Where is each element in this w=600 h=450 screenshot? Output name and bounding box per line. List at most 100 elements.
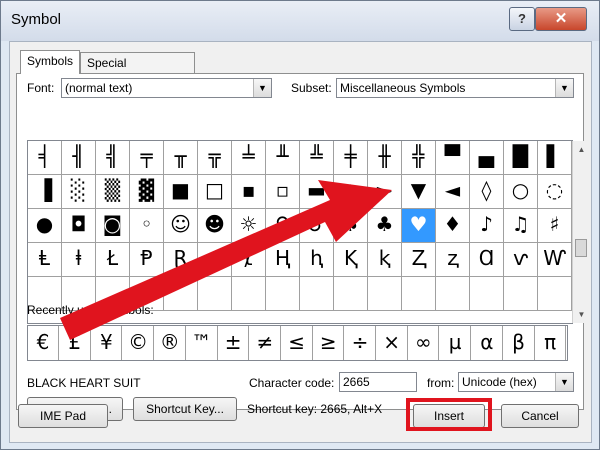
symbol-cell[interactable]	[164, 277, 198, 311]
recent-symbol-cell[interactable]: α	[472, 326, 503, 360]
recent-symbol-cell[interactable]: π	[535, 326, 567, 360]
symbol-cell[interactable]	[538, 277, 572, 311]
symbol-cell[interactable]: Ł	[96, 243, 130, 277]
ime-pad-button[interactable]: IME Pad	[18, 404, 108, 428]
symbol-cell[interactable]: ╤	[130, 141, 164, 175]
recent-symbol-cell[interactable]: ×	[377, 326, 408, 360]
symbol-cell[interactable]: ╫	[368, 141, 402, 175]
symbol-cell[interactable]	[470, 277, 504, 311]
symbol-cell[interactable]	[504, 277, 538, 311]
recent-symbol-cell[interactable]: €	[28, 326, 59, 360]
tab-symbols[interactable]: Symbols	[20, 50, 80, 74]
symbol-cell[interactable]: ☻	[198, 209, 232, 243]
symbol-cell[interactable]: ⱦ	[232, 243, 266, 277]
symbol-cell[interactable]: ♣	[368, 209, 402, 243]
symbol-cell[interactable]: ☼	[232, 209, 266, 243]
symbol-cell[interactable]: ♫	[504, 209, 538, 243]
symbol-cell[interactable]: ♥	[402, 209, 436, 243]
symbol-cell[interactable]: ♪	[470, 209, 504, 243]
symbol-cell[interactable]: ▒	[96, 175, 130, 209]
symbol-cell[interactable]	[334, 277, 368, 311]
recent-symbol-cell[interactable]: ±	[218, 326, 250, 360]
symbol-cell[interactable]: ♯	[538, 209, 572, 243]
symbol-cell[interactable]	[232, 277, 266, 311]
symbol-cell[interactable]: ◌	[538, 175, 572, 209]
symbol-cell[interactable]: ▲	[334, 175, 368, 209]
symbol-cell[interactable]: ►	[368, 175, 402, 209]
symbol-cell[interactable]	[436, 277, 470, 311]
symbol-cell[interactable]: ▌	[538, 141, 572, 175]
symbol-cell[interactable]: ⱱ	[504, 243, 538, 277]
symbol-cell[interactable]: ♦	[436, 209, 470, 243]
symbol-cell[interactable]: Ⱨ	[266, 243, 300, 277]
symbol-grid-scrollbar[interactable]: ▲ ▼	[572, 141, 590, 323]
symbol-cell[interactable]: ╥	[164, 141, 198, 175]
symbol-cell[interactable]: ⱨ	[300, 243, 334, 277]
symbol-cell[interactable]: ○	[504, 175, 538, 209]
symbol-cell[interactable]: Ᵽ	[130, 243, 164, 277]
symbol-cell[interactable]	[402, 277, 436, 311]
symbol-cell[interactable]: ◊	[470, 175, 504, 209]
recent-symbol-cell[interactable]: β	[504, 326, 535, 360]
symbol-cell[interactable]	[300, 277, 334, 311]
help-button[interactable]: ?	[509, 7, 535, 31]
symbol-cell[interactable]: ╢	[62, 141, 96, 175]
symbol-cell[interactable]: Ɽ	[164, 243, 198, 277]
symbol-cell[interactable]	[266, 277, 300, 311]
tab-special-characters[interactable]: Special Characters	[80, 52, 195, 90]
symbol-cell[interactable]: Ⱳ	[538, 243, 572, 277]
symbol-cell[interactable]: Ⱡ	[28, 243, 62, 277]
symbol-cell[interactable]: ╨	[266, 141, 300, 175]
from-select[interactable]: Unicode (hex) ▼	[458, 372, 574, 392]
symbol-cell[interactable]: Ⱬ	[402, 243, 436, 277]
symbol-cell[interactable]: ⱥ	[198, 243, 232, 277]
scroll-thumb[interactable]	[575, 239, 587, 257]
scroll-up-icon[interactable]: ▲	[573, 141, 590, 158]
symbol-cell[interactable]: ⱬ	[436, 243, 470, 277]
recent-symbol-cell[interactable]: ≠	[250, 326, 281, 360]
symbol-cell[interactable]: ▫	[266, 175, 300, 209]
symbol-cell[interactable]: ♀	[266, 209, 300, 243]
symbol-cell[interactable]: ╬	[402, 141, 436, 175]
symbol-cell[interactable]: ☺	[164, 209, 198, 243]
symbol-cell[interactable]: ▓	[130, 175, 164, 209]
symbol-cell[interactable]: █	[504, 141, 538, 175]
symbol-cell[interactable]: ●	[28, 209, 62, 243]
symbol-cell[interactable]: ╣	[96, 141, 130, 175]
symbol-cell[interactable]: Ɑ	[470, 243, 504, 277]
symbol-cell[interactable]: ▀	[436, 141, 470, 175]
recent-symbol-cell[interactable]: ¥	[91, 326, 123, 360]
cancel-button[interactable]: Cancel	[501, 404, 579, 428]
symbol-cell[interactable]: ⱪ	[368, 243, 402, 277]
shortcut-key-button[interactable]: Shortcut Key...	[133, 397, 237, 421]
character-code-field[interactable]: 2665	[339, 372, 417, 392]
scroll-down-icon[interactable]: ▼	[573, 306, 590, 323]
symbol-cell[interactable]	[368, 277, 402, 311]
recent-symbol-cell[interactable]: ≤	[282, 326, 313, 360]
symbol-cell[interactable]: ⱡ	[62, 243, 96, 277]
symbol-cell[interactable]: ▄	[470, 141, 504, 175]
symbol-cell[interactable]: ░	[62, 175, 96, 209]
recent-symbol-cell[interactable]: £	[60, 326, 91, 360]
symbol-cell[interactable]: ▪	[232, 175, 266, 209]
symbol-cell[interactable]: ▬	[300, 175, 334, 209]
recent-symbol-cell[interactable]: ≥	[313, 326, 345, 360]
subset-select[interactable]: Miscellaneous Symbols ▼	[336, 78, 574, 98]
symbol-cell[interactable]: ▼	[402, 175, 436, 209]
symbol-cell[interactable]: ╩	[300, 141, 334, 175]
symbol-cell[interactable]	[198, 277, 232, 311]
symbol-cell[interactable]: Ⱪ	[334, 243, 368, 277]
symbol-cell[interactable]: ◄	[436, 175, 470, 209]
symbol-cell[interactable]: □	[198, 175, 232, 209]
symbol-cell[interactable]: ▐	[28, 175, 62, 209]
recent-symbol-cell[interactable]: ®	[155, 326, 186, 360]
symbol-cell[interactable]: ◙	[96, 209, 130, 243]
symbol-cell[interactable]: ◘	[62, 209, 96, 243]
recent-symbol-cell[interactable]: ÷	[345, 326, 376, 360]
recent-symbol-cell[interactable]: ™	[187, 326, 218, 360]
symbol-cell[interactable]: ◦	[130, 209, 164, 243]
font-select[interactable]: (normal text) ▼	[61, 78, 272, 98]
symbol-cell[interactable]: ╦	[198, 141, 232, 175]
recent-symbol-cell[interactable]: ©	[123, 326, 155, 360]
recent-symbol-cell[interactable]: ∞	[408, 326, 440, 360]
